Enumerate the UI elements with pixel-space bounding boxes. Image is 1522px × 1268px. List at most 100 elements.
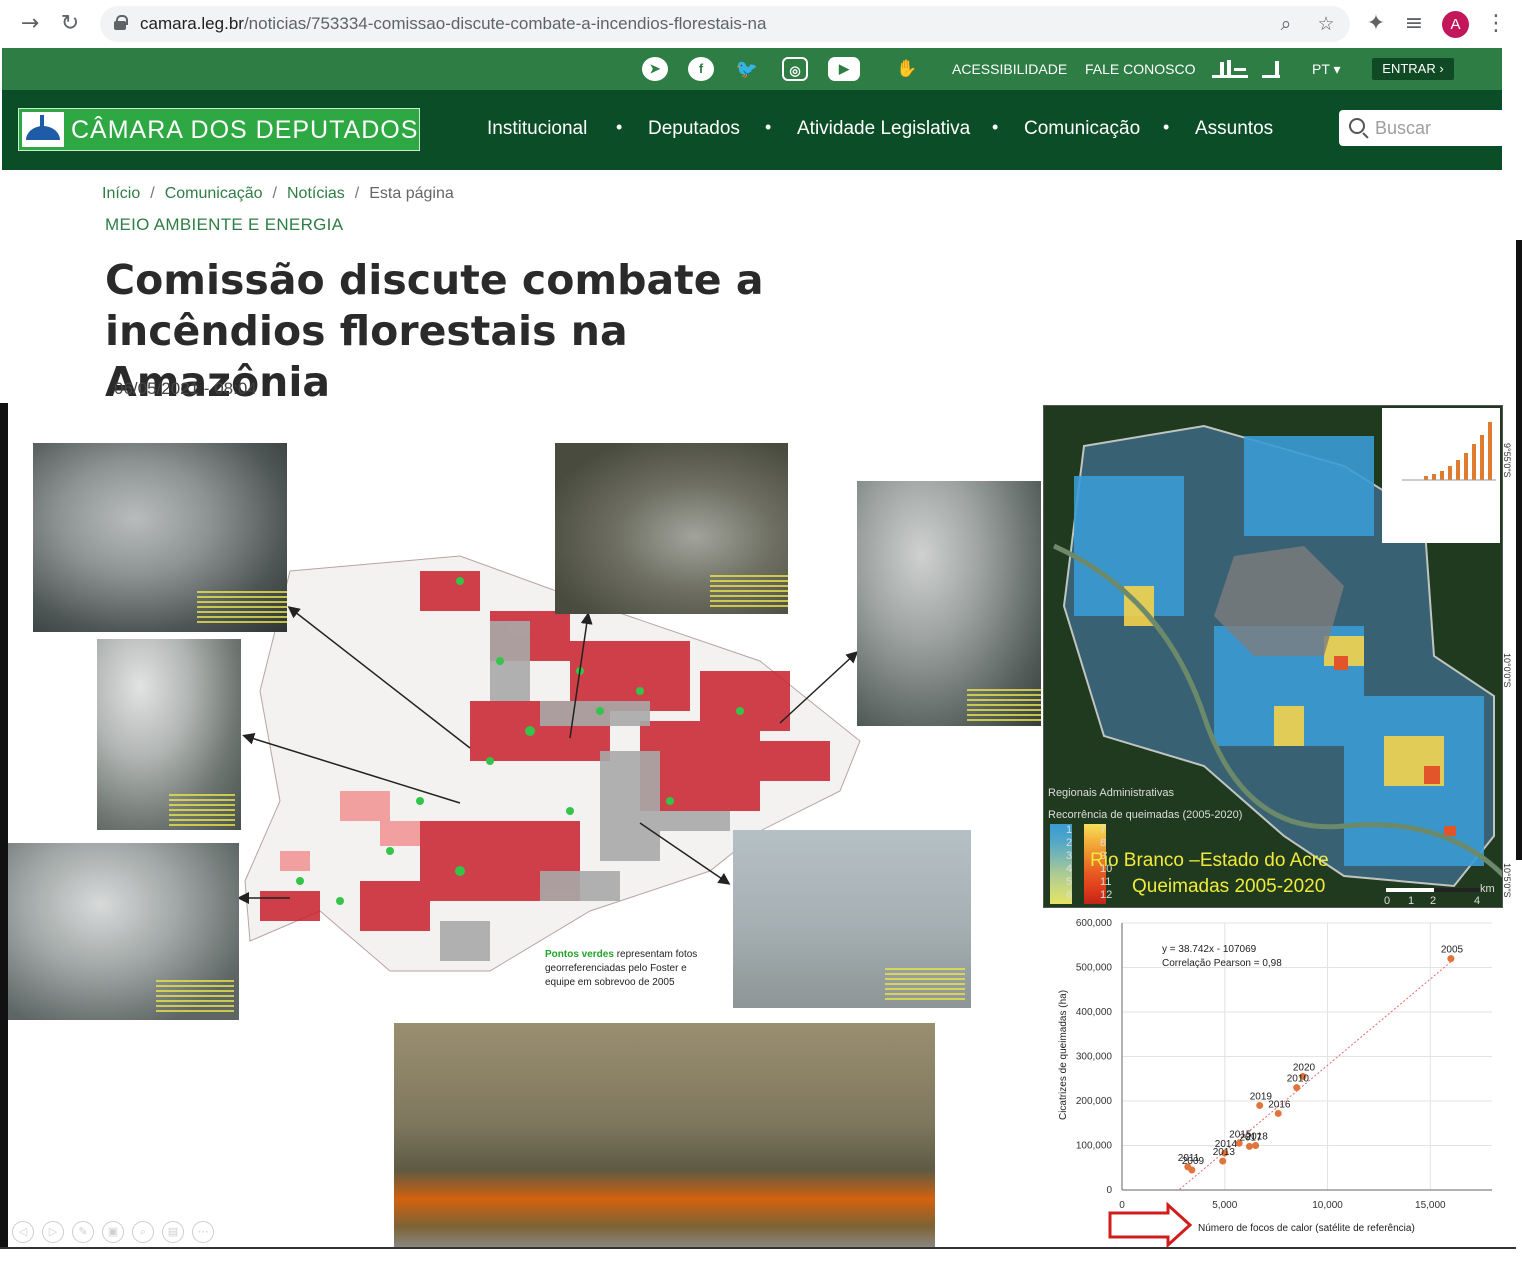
y-tick-label: 200,000 xyxy=(1076,1096,1113,1107)
menu-comunicacao[interactable]: Comunicação xyxy=(1024,118,1140,140)
aerial-photo-dense-smoke xyxy=(97,639,241,830)
chamber-icon[interactable] xyxy=(1260,58,1282,80)
menu-deputados[interactable]: Deputados xyxy=(648,118,740,140)
y-axis-label: Cicatrizes de queimadas (ha) xyxy=(1058,990,1069,1120)
map-legend-title: Regionais Administrativas xyxy=(1048,787,1174,799)
congress-building-icon[interactable] xyxy=(1210,58,1250,80)
breadcrumb-inicio[interactable]: Início xyxy=(102,185,140,202)
telegram-icon[interactable]: ➤ xyxy=(642,57,668,81)
accessibility-link[interactable]: ACESSIBILIDADE xyxy=(952,61,1067,77)
y-tick-label: 500,000 xyxy=(1076,963,1113,974)
data-points: 2005202020102019201620152017201820142013… xyxy=(1178,945,1464,1174)
data-label-2020: 2020 xyxy=(1293,1063,1316,1074)
breadcrumb-current: Esta página xyxy=(369,185,454,202)
y-tick-labels: 0 100,000 200,000 300,000 400,000 500,000 600,… xyxy=(1076,918,1113,1196)
back-arrow-icon[interactable]: → xyxy=(16,10,44,38)
facebook-icon[interactable]: f xyxy=(688,57,714,81)
browser-menu-icon[interactable]: ⋮ xyxy=(1482,10,1510,38)
breadcrumb: Início / Comunicação / Notícias / Esta página xyxy=(102,185,454,203)
zoom-slide-icon[interactable]: ⌕ xyxy=(132,1221,154,1243)
aerial-photo-smoke xyxy=(33,443,287,632)
more-options-icon[interactable]: ⋯ xyxy=(192,1221,214,1243)
map-caption: Pontos verdes representam fotos georrefe… xyxy=(545,949,698,988)
data-point-2019 xyxy=(1256,1101,1264,1109)
camara-logo-icon xyxy=(22,112,64,147)
slides-icon[interactable]: ▣ xyxy=(102,1221,124,1243)
aerial-photo-forest-smoke xyxy=(857,481,1041,726)
site-header: CÂMARA DOS DEPUTADOS Institucional • Dep… xyxy=(2,90,1502,170)
breadcrumb-noticias[interactable]: Notícias xyxy=(287,185,345,202)
previous-slide-icon[interactable]: ◁ xyxy=(12,1221,34,1243)
data-point-2005 xyxy=(1447,955,1455,963)
data-label-2005: 2005 xyxy=(1441,945,1464,956)
twitter-icon[interactable]: 🐦 xyxy=(734,57,760,81)
slide-controls: ◁ ▷ ✎ ▣ ⌕ ▤ ⋯ xyxy=(12,1221,222,1243)
reload-icon[interactable]: ↻ xyxy=(56,10,84,38)
breadcrumb-separator: / xyxy=(272,185,277,202)
y-tick-label: 600,000 xyxy=(1076,918,1113,929)
menu-assuntos[interactable]: Assuntos xyxy=(1195,118,1273,140)
data-point-2016 xyxy=(1274,1109,1282,1117)
y-tick-label: 400,000 xyxy=(1076,1007,1113,1018)
map-coord-mid: 10°0'0"S xyxy=(1502,653,1512,688)
menu-institucional[interactable]: Institucional xyxy=(487,118,587,140)
search-icon[interactable] xyxy=(1349,118,1365,134)
aerial-photo-smoke-plume xyxy=(8,843,239,1020)
instagram-icon[interactable]: ◎ xyxy=(782,57,808,81)
sign-language-icon[interactable]: ✋ xyxy=(894,57,920,81)
bookmark-star-icon[interactable]: ☆ xyxy=(1312,10,1340,38)
window-edge xyxy=(1516,240,1522,860)
profile-avatar[interactable]: A xyxy=(1442,11,1469,38)
y-tick-label: 100,000 xyxy=(1076,1141,1113,1152)
contact-link[interactable]: FALE CONOSCO xyxy=(1085,61,1195,77)
address-bar[interactable]: camara.leg.br/noticias/753334-comissao-d… xyxy=(100,6,1350,42)
y-tick-label: 0 xyxy=(1106,1185,1112,1196)
map-title-line2: Queimadas 2005-2020 xyxy=(1132,876,1326,897)
slide-bottom-border xyxy=(0,1247,1516,1249)
aerial-photo-burned-field xyxy=(555,443,788,614)
menu-separator: • xyxy=(992,117,999,137)
data-label-2009: 2009 xyxy=(1182,1156,1205,1167)
data-point-2010 xyxy=(1293,1084,1301,1092)
menu-separator: • xyxy=(616,117,623,137)
breadcrumb-separator: / xyxy=(150,185,155,202)
login-button[interactable]: ENTRAR › xyxy=(1372,58,1454,80)
youtube-icon[interactable]: ▶ xyxy=(828,57,860,81)
menu-atividade-legislativa[interactable]: Atividade Legislativa xyxy=(797,118,970,140)
browser-toolbar: → ↻ camara.leg.br/noticias/753334-comiss… xyxy=(0,0,1522,48)
red-arrow-icon xyxy=(1108,1201,1193,1249)
chart-correlation: Correlação Pearson = 0,98 xyxy=(1162,958,1282,969)
data-point-2009 xyxy=(1188,1166,1196,1174)
data-label-2010: 2010 xyxy=(1287,1074,1310,1085)
rio-branco-burn-map: Regionais Administrativas Recorrência de… xyxy=(1043,405,1503,908)
aerial-photo-haze xyxy=(733,830,971,1008)
map-title-line1: Rio Branco –Estado do Acre xyxy=(1090,850,1329,871)
site-logo[interactable]: CÂMARA DOS DEPUTADOS xyxy=(18,108,420,151)
x-tick-label: 5,000 xyxy=(1212,1200,1237,1211)
search-box xyxy=(1339,110,1502,146)
search-input[interactable] xyxy=(1373,115,1493,141)
subtitle-icon[interactable]: ▤ xyxy=(162,1221,184,1243)
data-point-2013 xyxy=(1219,1157,1227,1165)
map-legend-recurrence: Recorrência de queimadas (2005-2020) xyxy=(1048,809,1243,821)
map-scale-bar xyxy=(1386,888,1482,892)
x-tick-label: 15,000 xyxy=(1415,1200,1446,1211)
inset-bar-chart xyxy=(1382,408,1500,543)
x-tick-label: 0 xyxy=(1119,1200,1125,1211)
pen-icon[interactable]: ✎ xyxy=(72,1221,94,1243)
language-select[interactable]: PT ▾ xyxy=(1312,61,1341,78)
data-label-2013: 2013 xyxy=(1213,1147,1236,1158)
extensions-icon[interactable]: ✦ xyxy=(1362,10,1390,38)
next-slide-icon[interactable]: ▷ xyxy=(42,1221,64,1243)
x-tick-label: 10,000 xyxy=(1312,1200,1343,1211)
lock-icon[interactable] xyxy=(114,15,128,31)
x-axis-label: Número de focos de calor (satélite de re… xyxy=(1198,1223,1415,1234)
article-section[interactable]: MEIO AMBIENTE E ENERGIA xyxy=(105,215,343,235)
article-image: Pontos verdes representam fotos georrefe… xyxy=(0,403,1516,1249)
zoom-icon[interactable]: ⌕ xyxy=(1272,10,1300,38)
data-point-2018 xyxy=(1252,1142,1260,1149)
map-coord-bottom: 10°5'0"S xyxy=(1502,863,1512,898)
media-queue-icon[interactable]: ≡ xyxy=(1400,10,1428,38)
breadcrumb-comunicacao[interactable]: Comunicação xyxy=(165,185,263,202)
url-text[interactable]: camara.leg.br/noticias/753334-comissao-d… xyxy=(140,14,766,34)
